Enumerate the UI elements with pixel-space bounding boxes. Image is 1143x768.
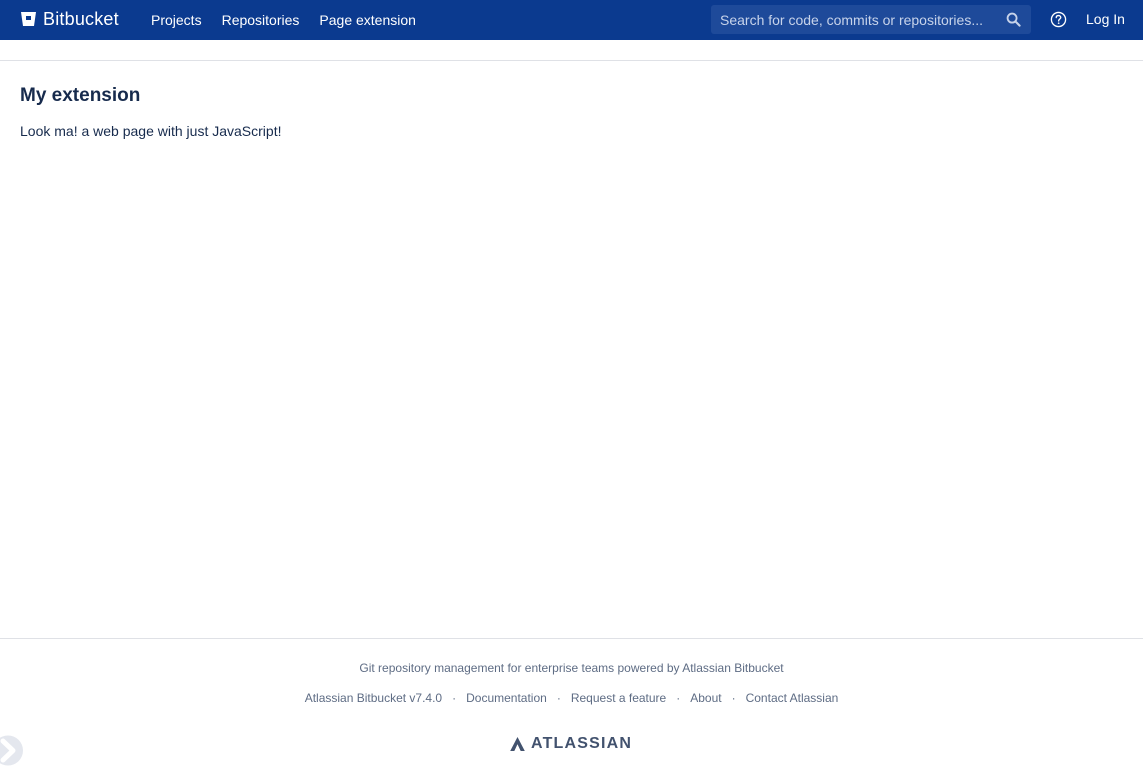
search-input[interactable] bbox=[711, 5, 1003, 34]
content-divider-top bbox=[0, 60, 1143, 61]
page-body-text: Look ma! a web page with just JavaScript… bbox=[20, 123, 282, 139]
footer-separator: · bbox=[676, 691, 681, 705]
footer-divider bbox=[0, 638, 1143, 639]
brand-name: Bitbucket bbox=[43, 8, 119, 29]
footer-link-documentation[interactable]: Documentation bbox=[466, 691, 547, 705]
top-navigation-bar: Bitbucket Projects Repositories Page ext… bbox=[0, 0, 1143, 40]
footer-link-contact[interactable]: Contact Atlassian bbox=[746, 691, 839, 705]
footer-links: Atlassian Bitbucket v7.4.0 · Documentati… bbox=[0, 691, 1143, 705]
footer-link-request-feature[interactable]: Request a feature bbox=[571, 691, 666, 705]
footer-separator: · bbox=[556, 691, 561, 705]
footer-tagline: Git repository management for enterprise… bbox=[359, 661, 784, 675]
footer-separator: · bbox=[731, 691, 736, 705]
main-nav: Projects Repositories Page extension bbox=[151, 0, 416, 40]
search-box bbox=[711, 5, 1031, 34]
atlassian-logo[interactable]: ATLASSIAN bbox=[509, 735, 632, 753]
page-title: My extension bbox=[20, 85, 141, 106]
bitbucket-logo[interactable]: Bitbucket bbox=[20, 8, 119, 30]
help-icon[interactable] bbox=[1050, 11, 1067, 28]
footer-separator: · bbox=[452, 691, 457, 705]
bitbucket-logo-icon bbox=[21, 12, 36, 26]
sidebar-expand-chevron-icon[interactable] bbox=[0, 733, 25, 768]
footer-link-version[interactable]: Atlassian Bitbucket v7.4.0 bbox=[305, 691, 442, 705]
search-icon[interactable] bbox=[1006, 12, 1021, 27]
atlassian-wordmark: ATLASSIAN bbox=[531, 735, 633, 752]
footer-link-about[interactable]: About bbox=[690, 691, 721, 705]
atlassian-logo-icon bbox=[510, 737, 525, 751]
login-link[interactable]: Log In bbox=[1086, 11, 1125, 27]
nav-item-page-extension[interactable]: Page extension bbox=[319, 12, 416, 28]
nav-item-repositories[interactable]: Repositories bbox=[222, 12, 300, 28]
nav-item-projects[interactable]: Projects bbox=[151, 12, 202, 28]
